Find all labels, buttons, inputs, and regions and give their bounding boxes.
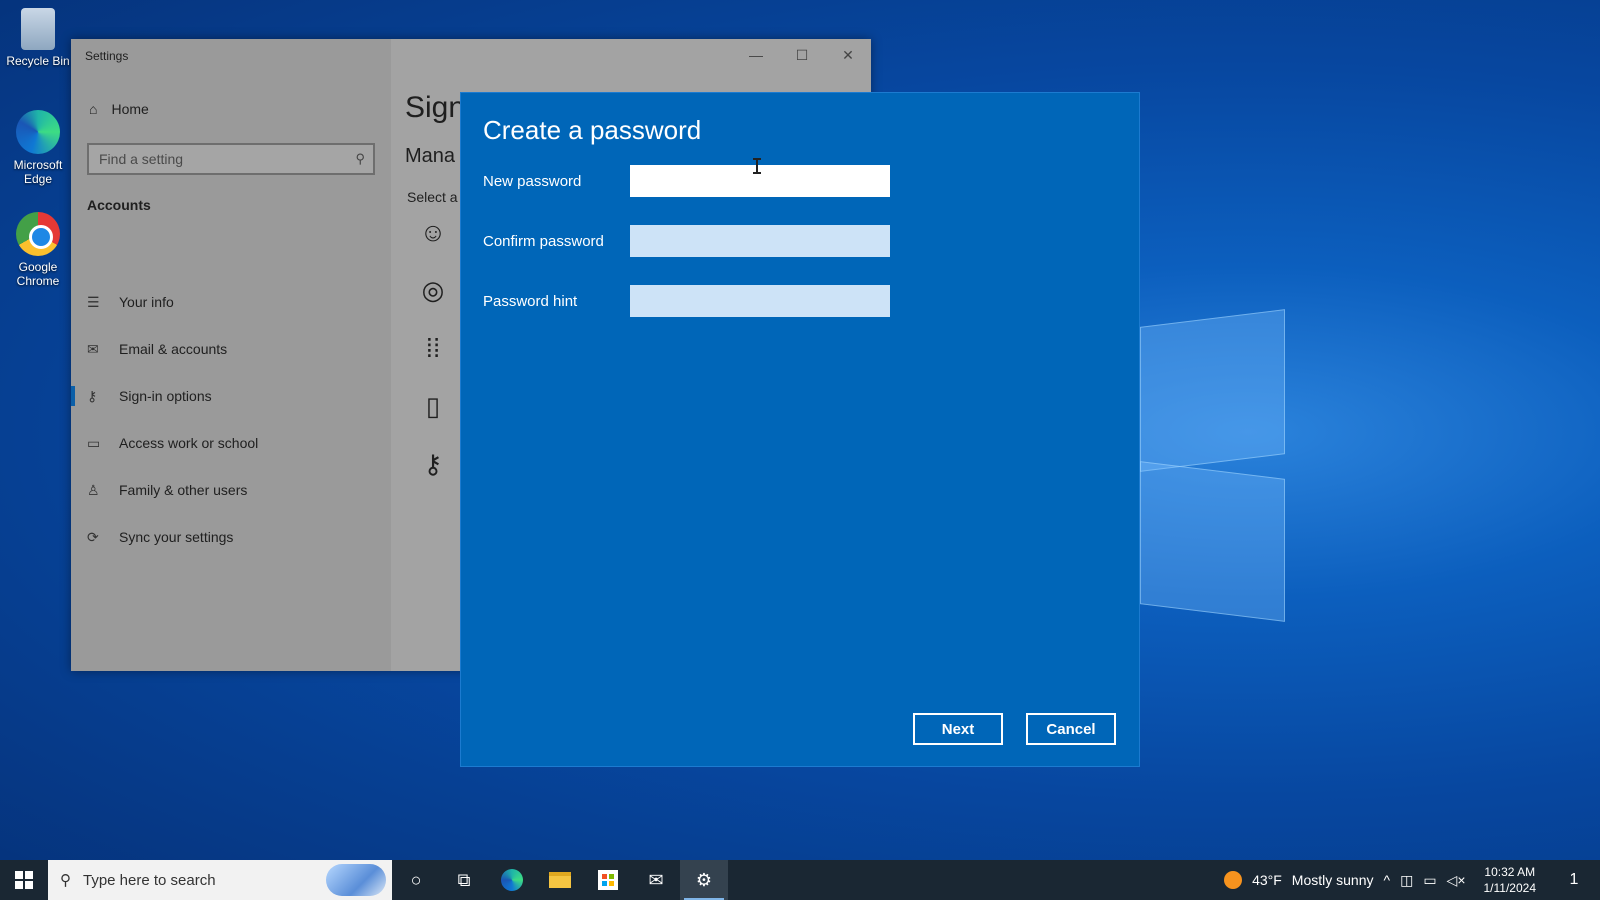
face-icon[interactable]: ☺ (413, 217, 453, 248)
task-view-icon[interactable]: ⧉ (440, 860, 488, 900)
cortana-icon[interactable]: ○ (392, 860, 440, 900)
briefcase-icon: ▭ (87, 434, 101, 451)
pin-keypad-icon[interactable]: ⁞⁞ (413, 333, 453, 364)
desktop-icon-label: Recycle Bin (6, 54, 70, 68)
search-highlight-image (326, 864, 386, 896)
confirm-password-field[interactable] (630, 225, 890, 257)
desktop-icon-recycle-bin[interactable]: Recycle Bin (4, 8, 72, 68)
store-icon (598, 870, 618, 890)
password-hint-field[interactable] (630, 285, 890, 317)
key-icon: ⚷ (87, 387, 98, 404)
wallpaper-pane-top (1140, 309, 1285, 472)
taskbar-settings[interactable]: ⚙ (680, 860, 728, 900)
next-button[interactable]: Next (913, 713, 1003, 745)
recycle-bin-icon (21, 8, 55, 50)
password-hint-label: Password hint (483, 293, 578, 310)
password-key-icon[interactable]: ⚷ (413, 449, 453, 480)
sync-icon: ⟳ (87, 528, 99, 545)
sidebar-item-access-work[interactable]: ▭ Access work or school (71, 423, 391, 463)
taskbar-file-explorer[interactable] (536, 860, 584, 900)
sidebar-item-email-accounts[interactable]: ✉ Email & accounts (71, 329, 391, 369)
new-password-field[interactable] (630, 165, 890, 197)
wallpaper-pane-bottom (1140, 461, 1285, 622)
sidebar-item-label: Family & other users (119, 482, 248, 498)
window-title: Settings (85, 49, 129, 63)
sidebar-item-family-users[interactable]: ♙ Family & other users (71, 470, 391, 510)
chrome-icon (16, 212, 60, 256)
settings-sidebar: Settings ⌂ Home Find a setting ⚲ Account… (71, 39, 391, 671)
home-label: Home (111, 101, 149, 117)
sidebar-home[interactable]: ⌂ Home (89, 101, 149, 117)
edge-icon (16, 110, 60, 154)
clock[interactable]: 10:32 AM 1/11/2024 (1476, 864, 1545, 896)
taskbar-mail[interactable]: ✉ (632, 860, 680, 900)
mail-icon: ✉ (87, 340, 99, 357)
desktop-icon-edge[interactable]: Microsoft Edge (4, 110, 72, 186)
create-password-dialog: Create a password New password Confirm p… (460, 92, 1140, 767)
person-icon: ♙ (87, 481, 100, 498)
volume-muted-icon[interactable]: ◁× (1447, 872, 1466, 889)
start-button[interactable] (0, 860, 48, 900)
person-card-icon: ☰ (87, 293, 100, 310)
page-instruction: Select a (407, 189, 458, 205)
search-icon: ⚲ (60, 872, 71, 889)
search-icon: ⚲ (355, 151, 365, 166)
home-icon: ⌂ (89, 101, 98, 117)
find-setting-input[interactable]: Find a setting ⚲ (87, 143, 375, 175)
text-cursor-icon (753, 158, 761, 174)
meet-icon[interactable]: ◫ (1400, 872, 1413, 889)
weather-description[interactable]: Mostly sunny (1292, 872, 1374, 888)
wallpaper-logo (1140, 309, 1285, 622)
security-key-icon[interactable]: ▯ (413, 391, 453, 422)
folder-icon (549, 872, 571, 888)
taskbar-search-input[interactable]: ⚲ Type here to search (48, 860, 392, 900)
new-password-row: New password (483, 165, 1083, 199)
network-icon[interactable]: ▭ (1423, 872, 1436, 889)
minimize-icon[interactable]: — (733, 39, 779, 71)
edge-icon (501, 869, 523, 891)
desktop-icon-chrome[interactable]: Google Chrome (4, 212, 72, 288)
confirm-password-row: Confirm password (483, 225, 1083, 259)
clock-time: 10:32 AM (1484, 865, 1536, 879)
sidebar-item-sync-settings[interactable]: ⟳ Sync your settings (71, 517, 391, 557)
chevron-up-icon[interactable]: ^ (1384, 872, 1391, 888)
taskbar: ⚲ Type here to search ○ ⧉ ✉ ⚙ 43°F Mostl… (0, 860, 1600, 900)
confirm-password-label: Confirm password (483, 233, 604, 250)
system-tray: 43°F Mostly sunny ^ ◫ ▭ ◁× 10:32 AM 1/11… (1224, 860, 1600, 900)
sidebar-item-label: Sign-in options (119, 388, 212, 404)
close-icon[interactable]: ✕ (825, 39, 871, 71)
clock-date: 1/11/2024 (1483, 881, 1537, 895)
new-password-label: New password (483, 173, 582, 190)
sidebar-item-label: Your info (119, 294, 174, 310)
find-setting-placeholder: Find a setting (99, 151, 184, 167)
weather-icon[interactable] (1224, 871, 1243, 889)
window-controls: — ☐ ✕ (733, 39, 871, 71)
sidebar-item-label: Email & accounts (119, 341, 228, 357)
cancel-button[interactable]: Cancel (1026, 713, 1116, 745)
weather-temperature[interactable]: 43°F (1252, 872, 1282, 888)
sidebar-item-label: Sync your settings (119, 529, 234, 545)
dialog-title: Create a password (483, 115, 702, 145)
page-subtitle: Mana (405, 145, 456, 167)
desktop-icon-label: Microsoft Edge (13, 158, 63, 186)
taskbar-edge[interactable] (488, 860, 536, 900)
taskbar-search-placeholder: Type here to search (83, 871, 216, 889)
notification-count: 1 (1569, 871, 1579, 888)
desktop-icon-label: Google Chrome (16, 260, 60, 288)
sidebar-item-label: Access work or school (119, 435, 259, 451)
fingerprint-icon[interactable]: ◎ (413, 275, 453, 306)
password-hint-row: Password hint (483, 285, 1083, 319)
sidebar-item-sign-in-options[interactable]: ⚷ Sign-in options (71, 376, 391, 416)
notification-center-icon[interactable]: 1 (1554, 860, 1594, 900)
section-heading: Accounts (87, 197, 151, 213)
page-title: Sign (405, 91, 466, 124)
maximize-icon[interactable]: ☐ (779, 39, 825, 71)
sidebar-item-your-info[interactable]: ☰ Your info (71, 282, 391, 322)
windows-logo-icon (15, 871, 33, 889)
taskbar-store[interactable] (584, 860, 632, 900)
